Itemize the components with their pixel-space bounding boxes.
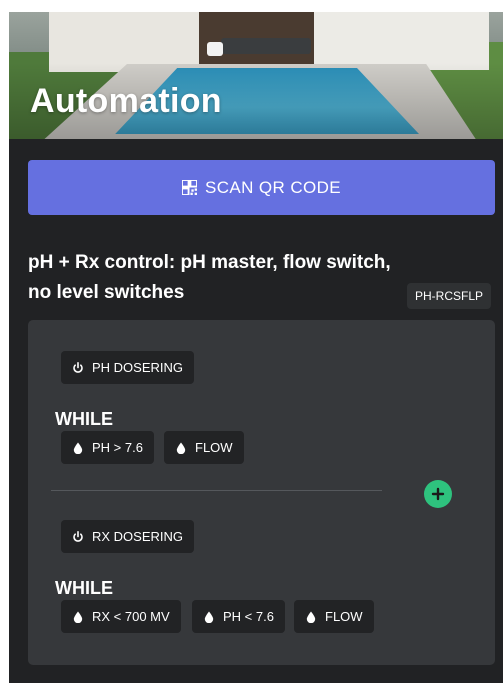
- while-label: WHILE: [55, 578, 113, 598]
- condition-label: PH > 7.6: [92, 440, 143, 455]
- qr-code-icon: [181, 180, 197, 195]
- while-label: WHILE: [55, 409, 113, 429]
- rule-divider: [51, 490, 382, 491]
- automation-screen: Automation SCAN QR CODE pH + Rx control:…: [9, 12, 503, 683]
- drop-icon: [306, 611, 316, 623]
- drop-icon: [176, 442, 186, 454]
- condition-rx-less-chip[interactable]: RX < 700 MV: [61, 600, 181, 633]
- condition-label: RX < 700 MV: [92, 609, 170, 624]
- scan-qr-code-button[interactable]: SCAN QR CODE: [28, 160, 495, 215]
- condition-label: FLOW: [195, 440, 233, 455]
- condition-ph-greater-chip[interactable]: PH > 7.6: [61, 431, 154, 464]
- rule-action-rx-dosering[interactable]: RX DOSERING: [61, 520, 195, 553]
- add-rule-button[interactable]: [424, 480, 452, 508]
- scan-qr-code-label: SCAN QR CODE: [204, 177, 342, 197]
- power-icon: [73, 361, 83, 373]
- rule-action-label: PH DOSERING: [92, 360, 184, 375]
- plus-icon: [431, 487, 445, 501]
- config-code-badge: PH-RCSFLP: [407, 283, 492, 309]
- condition-flow-chip[interactable]: FLOW: [294, 600, 374, 633]
- rule-action-ph-dosering[interactable]: PH DOSERING: [61, 351, 195, 384]
- condition-flow-chip[interactable]: FLOW: [164, 431, 244, 464]
- drop-icon: [73, 611, 83, 623]
- drop-icon: [73, 442, 83, 454]
- condition-label: PH < 7.6: [223, 609, 274, 624]
- condition-label: FLOW: [325, 609, 363, 624]
- rules-panel: PH DOSERING WHILE PH > 7.6 FLOW RX DOSER…: [28, 320, 495, 665]
- condition-ph-less-chip[interactable]: PH < 7.6: [192, 600, 285, 633]
- rule-action-label: RX DOSERING: [92, 529, 184, 544]
- drop-icon: [204, 611, 214, 623]
- page-title: Automation: [30, 82, 222, 120]
- config-title: pH + Rx control: pH master, flow switch,…: [28, 252, 391, 303]
- power-icon: [73, 530, 83, 542]
- hero-banner: Automation: [9, 12, 503, 139]
